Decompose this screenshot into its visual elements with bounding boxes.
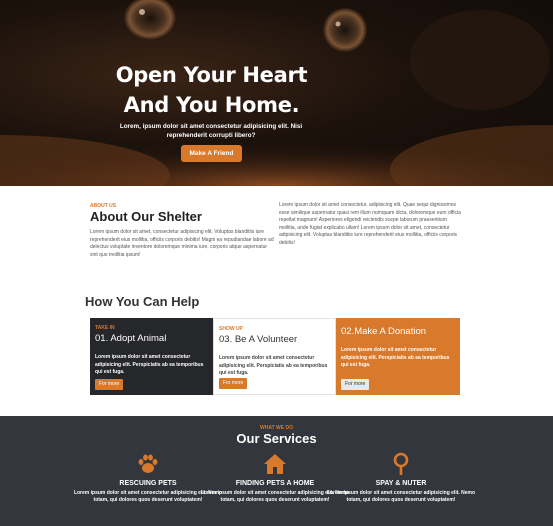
card-text: Lorem ipsum dolor sit amet consectetur a… [219, 355, 328, 377]
paw-icon [138, 454, 158, 473]
hero-section: Open Your Heart And You Home. Lorem, ips… [0, 0, 553, 186]
adopt-animal-card: TAKE IN 01. Adopt Animal Lorem ipsum dol… [90, 318, 213, 395]
hero-subtitle: Lorem, ipsum dolor sit amet consectetur … [119, 123, 303, 139]
card-title: 02.Make A Donation [341, 326, 427, 337]
card-title: 01. Adopt Animal [95, 333, 167, 344]
neuter-icon [393, 452, 409, 475]
card-title: 03. Be A Volunteer [219, 334, 298, 345]
hero-title-line-1: Open Your Heart [115, 63, 308, 87]
help-title: How You Can Help [85, 294, 200, 309]
card-text: Lorem ipsum dolor sit amet consectetur a… [95, 354, 204, 376]
card-kicker: TAKE IN [95, 325, 115, 331]
make-a-friend-button[interactable]: Make A Friend [181, 145, 242, 162]
donation-for-more-button[interactable]: For more [341, 379, 370, 390]
card-kicker: SHOW UP [219, 326, 243, 332]
about-text-right: Lorem ipsum dolor sit amet consectetur, … [279, 202, 461, 246]
hero-title: Open Your Heart And You Home. [0, 60, 423, 120]
donation-card: 02.Make A Donation Lorem ipsum dolor sit… [336, 318, 460, 395]
service-spay-neuter: SPAY & NUTER Lorem ipsum dolor sit amet … [321, 452, 481, 505]
service-text: Lorem ipsum dolor sit amet consectetur a… [326, 490, 476, 504]
adopt-for-more-button[interactable]: For more [95, 379, 124, 390]
hero-title-line-2: And You Home. [123, 93, 300, 117]
volunteer-card: SHOW UP 03. Be A Volunteer Lorem ipsum d… [213, 318, 336, 395]
about-text-left: Lorem ipsum dolor sit amet, consectetur … [90, 229, 274, 258]
services-title: Our Services [236, 431, 317, 446]
home-icon [264, 454, 286, 474]
service-name: SPAY & NUTER [375, 480, 427, 487]
about-title: About Our Shelter [90, 209, 202, 224]
card-text: Lorem ipsum dolor sit amet consectetur a… [341, 347, 450, 369]
volunteer-for-more-button[interactable]: For more [219, 378, 248, 389]
services-section: WHAT WE DO Our Services RESCUING PETS Lo… [0, 416, 553, 526]
